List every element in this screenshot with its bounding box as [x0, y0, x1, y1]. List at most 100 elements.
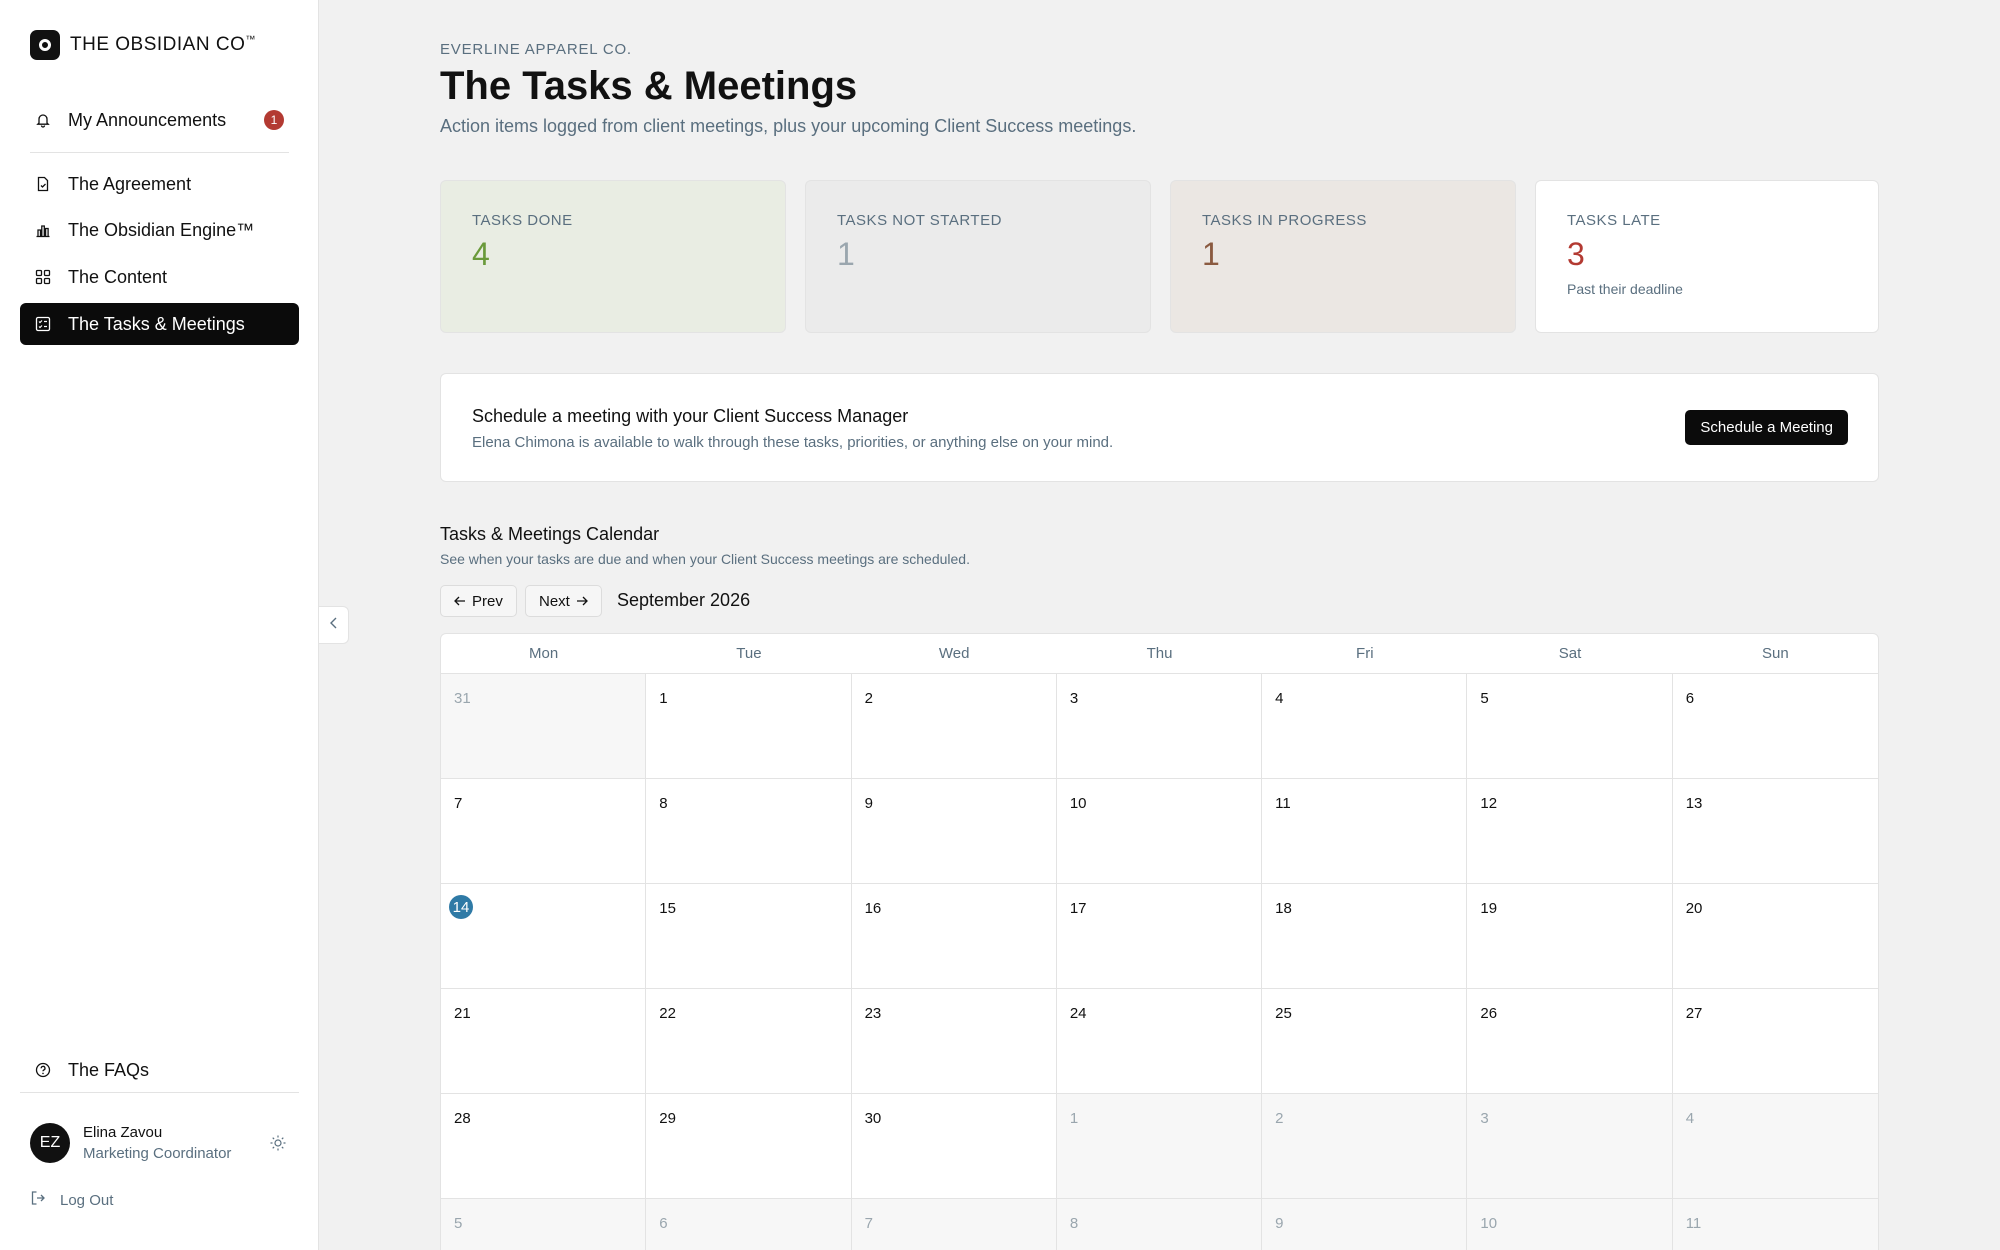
- calendar-day[interactable]: 21: [441, 989, 647, 1094]
- day-number: 24: [1069, 1004, 1087, 1022]
- calendar-weekday-header: Mon Tue Wed Thu Fri Sat Sun: [441, 634, 1878, 674]
- day-number: 19: [1480, 899, 1498, 917]
- calendar-day[interactable]: 19: [1467, 884, 1673, 989]
- collapse-sidebar-button[interactable]: [319, 606, 349, 644]
- day-number: 5: [1480, 689, 1489, 707]
- day-number: 12: [1480, 794, 1498, 812]
- calendar-day[interactable]: 6: [646, 1199, 852, 1250]
- calendar-day[interactable]: 9: [1262, 1199, 1468, 1250]
- user-role: Marketing Coordinator: [83, 1145, 232, 1162]
- logout-button[interactable]: Log Out: [30, 1190, 113, 1210]
- calendar-day[interactable]: 31: [441, 674, 647, 779]
- calendar-day[interactable]: 10: [1467, 1199, 1673, 1250]
- calendar-day[interactable]: 18: [1262, 884, 1468, 989]
- next-month-button[interactable]: Next: [525, 585, 602, 617]
- day-number: 8: [1069, 1214, 1079, 1232]
- user-profile[interactable]: EZ Elina Zavou Marketing Coordinator: [30, 1123, 231, 1163]
- nav-the-agreement[interactable]: The Agreement: [20, 163, 299, 205]
- calendar-day[interactable]: 23: [851, 989, 1057, 1094]
- day-number: 30: [864, 1109, 882, 1127]
- calendar-day[interactable]: 7: [441, 779, 647, 884]
- calendar-day[interactable]: 3: [1467, 1094, 1673, 1199]
- day-number: 15: [659, 899, 676, 917]
- calendar-day[interactable]: 29: [646, 1094, 852, 1199]
- calendar-day[interactable]: 25: [1262, 989, 1468, 1094]
- calendar-day[interactable]: 10: [1056, 779, 1263, 884]
- chevron-left-icon: [329, 616, 339, 634]
- calendar-day[interactable]: 9: [851, 779, 1057, 884]
- stat-label: TASKS IN PROGRESS: [1202, 212, 1367, 229]
- calendar-day[interactable]: 8: [646, 779, 852, 884]
- calendar-day[interactable]: 20: [1672, 884, 1878, 989]
- sidebar-divider: [20, 1092, 299, 1093]
- brand-trademark: ™: [245, 34, 256, 46]
- calendar-day[interactable]: 4: [1262, 674, 1468, 779]
- day-number: 21: [454, 1004, 471, 1022]
- calendar-day[interactable]: 1: [1056, 1094, 1263, 1199]
- brand[interactable]: THE OBSIDIAN CO™: [30, 30, 256, 60]
- day-number: 13: [1685, 794, 1703, 812]
- day-number: 9: [1275, 1214, 1284, 1232]
- calendar-day[interactable]: 12: [1467, 779, 1673, 884]
- schedule-meeting-card: Schedule a meeting with your Client Succ…: [440, 373, 1879, 482]
- calendar-day[interactable]: 1: [646, 674, 852, 779]
- day-number: 2: [864, 689, 873, 707]
- brand-logo-icon: [30, 30, 60, 60]
- nav-the-obsidian-engine[interactable]: The Obsidian Engine™: [20, 209, 299, 251]
- calendar-day[interactable]: 11: [1672, 1199, 1878, 1250]
- day-number: 16: [864, 899, 882, 917]
- weekday-label: Sat: [1558, 645, 1582, 662]
- calendar-day[interactable]: 16: [851, 884, 1057, 989]
- day-number: 31: [454, 689, 471, 707]
- calendar-day[interactable]: 26: [1467, 989, 1673, 1094]
- logout-label: Log Out: [60, 1191, 114, 1209]
- day-number: 7: [454, 794, 463, 812]
- theme-toggle-sun-icon[interactable]: [269, 1134, 287, 1152]
- day-number: 6: [1685, 689, 1695, 707]
- prev-month-button[interactable]: Prev: [440, 585, 517, 617]
- day-number: 18: [1275, 899, 1292, 917]
- day-number: 11: [1275, 794, 1291, 812]
- calendar-day-today[interactable]: 14: [441, 884, 647, 989]
- stat-card-tasks-late: TASKS LATE 3 Past their deadline: [1535, 180, 1879, 333]
- calendar-day[interactable]: 7: [851, 1199, 1057, 1250]
- weekday-label: Thu: [1146, 645, 1173, 662]
- nav-label: The Obsidian Engine™: [68, 219, 255, 240]
- calendar-day[interactable]: 6: [1672, 674, 1878, 779]
- bell-icon: [34, 111, 52, 129]
- logout-icon: [30, 1190, 46, 1210]
- nav-the-tasks-meetings[interactable]: The Tasks & Meetings: [20, 303, 299, 345]
- stat-label: TASKS LATE: [1567, 212, 1661, 229]
- day-number: 17: [1069, 899, 1087, 917]
- grid-icon: [34, 268, 52, 286]
- day-number: 10: [1480, 1214, 1498, 1232]
- calendar-day[interactable]: 4: [1672, 1094, 1878, 1199]
- brand-name: THE OBSIDIAN CO: [70, 34, 246, 55]
- calendar-day[interactable]: 8: [1056, 1199, 1263, 1250]
- calendar-day[interactable]: 17: [1056, 884, 1263, 989]
- calendar-day[interactable]: 11: [1262, 779, 1468, 884]
- day-number: 27: [1685, 1004, 1703, 1022]
- calendar-day[interactable]: 28: [441, 1094, 647, 1199]
- calendar-day[interactable]: 2: [1262, 1094, 1468, 1199]
- nav-label: The Content: [68, 266, 168, 287]
- nav-the-faqs[interactable]: The FAQs: [20, 1049, 299, 1091]
- calendar-day[interactable]: 30: [851, 1094, 1057, 1199]
- calendar-day[interactable]: 3: [1056, 674, 1263, 779]
- calendar-day[interactable]: 15: [646, 884, 852, 989]
- calendar-day[interactable]: 13: [1672, 779, 1878, 884]
- day-number: 20: [1685, 899, 1703, 917]
- calendar-day[interactable]: 22: [646, 989, 852, 1094]
- prev-label: Prev: [472, 592, 503, 610]
- nav-my-announcements[interactable]: My Announcements 1: [20, 99, 299, 141]
- arrow-right-icon: [576, 593, 588, 610]
- calendar-day[interactable]: 27: [1672, 989, 1878, 1094]
- calendar-day[interactable]: 24: [1056, 989, 1263, 1094]
- calendar-day[interactable]: 5: [441, 1199, 647, 1250]
- day-number: 2: [1275, 1109, 1284, 1127]
- schedule-meeting-button[interactable]: Schedule a Meeting: [1685, 410, 1848, 445]
- calendar-day[interactable]: 5: [1467, 674, 1673, 779]
- calendar-day[interactable]: 2: [851, 674, 1057, 779]
- calendar-title: Tasks & Meetings Calendar: [440, 524, 660, 544]
- nav-the-content[interactable]: The Content: [20, 256, 299, 298]
